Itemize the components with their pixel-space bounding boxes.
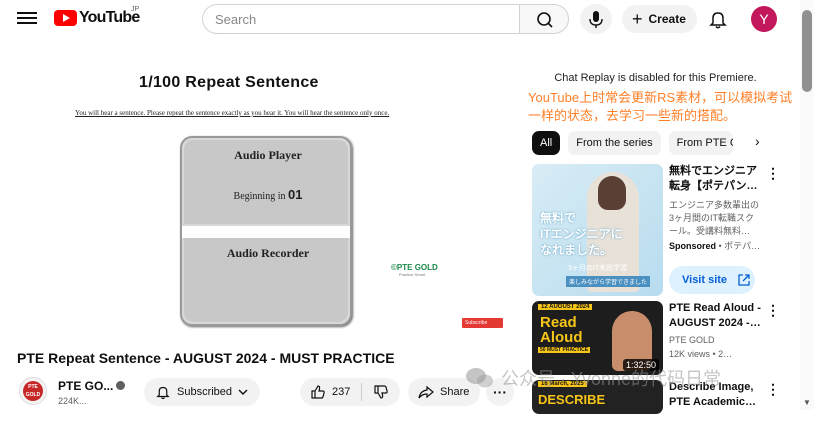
ad-thumb-text: 無料で ITエンジニアに なれました。: [540, 210, 623, 258]
microphone-icon: [589, 11, 603, 28]
subscribed-label: Subscribed: [177, 386, 233, 398]
create-button[interactable]: + Create: [622, 5, 697, 33]
search-icon: [537, 12, 553, 28]
chip-from-the-series[interactable]: From the series: [568, 131, 661, 155]
overlay-watermark: 公众号 · Yvonne的代码日常: [465, 365, 721, 391]
dislike-button[interactable]: [362, 384, 400, 400]
chevron-down-icon: [238, 389, 248, 395]
like-count: 237: [332, 386, 351, 398]
ad-thumb-line-2: ITエンジニアに: [540, 227, 623, 241]
slide-title: 1/100 Repeat Sentence: [139, 74, 319, 91]
chip-from-channel[interactable]: From PTE G: [668, 131, 733, 155]
watermark-text: 公众号 · Yvonne的代码日常: [501, 369, 722, 389]
ad-thumb-line-3: なれました。: [540, 243, 613, 257]
scrollbar-thumb[interactable]: [802, 10, 812, 92]
countdown: Beginning in 01: [182, 187, 354, 202]
overlay-annotation: YouTube上时常会更新RS素材，可以模拟考试一样的状态，去学习一些新的搭配。: [528, 90, 793, 123]
external-link-icon: [738, 274, 750, 286]
thumbs-down-icon: [374, 385, 388, 399]
sponsored-label: Sponsored: [669, 241, 717, 251]
chevron-right-icon[interactable]: ›: [755, 133, 760, 149]
thumb-must-practice: 50 MUST PRACTICE: [538, 347, 591, 353]
countdown-prefix: Beginning in: [233, 191, 286, 202]
chat-replay-note: Chat Replay is disabled for this Premier…: [554, 72, 757, 84]
ad-person-hair: [598, 176, 626, 210]
share-arrow-icon: [418, 385, 434, 399]
search-input[interactable]: Search: [202, 4, 520, 34]
subscribed-button[interactable]: Subscribed: [144, 378, 260, 406]
panel-divider: [182, 226, 350, 238]
filter-chips: All From the series From PTE G: [532, 131, 741, 155]
ad-thumbnail[interactable]: 無料で ITエンジニアに なれました。 3ヶ月のIT実践学習 楽しみながら学習で…: [532, 164, 663, 296]
search-button[interactable]: [519, 4, 569, 34]
thumb-title-line-2: Aloud: [540, 329, 583, 346]
video-title: PTE Repeat Sentence - AUGUST 2024 - MUST…: [17, 350, 395, 366]
thumbs-up-icon: [311, 385, 325, 399]
watermark-brand: PTE GOLD: [396, 263, 438, 272]
audio-recorder-label: Audio Recorder: [226, 246, 310, 260]
subscribe-watermark-button[interactable]: Subscribe: [462, 318, 503, 328]
ad-description: エンジニア多数輩出の3ヶ月間のIT転職スクール。受講料無料…: [669, 200, 760, 236]
ad-thumb-line-1: 無料で: [540, 211, 577, 225]
page-scrollbar[interactable]: ▼: [800, 0, 814, 410]
video-player[interactable]: 1/100 Repeat Sentence You will hear a se…: [15, 66, 517, 344]
ad-sponsor-line: Sponsored • ポテパ…: [669, 240, 761, 253]
account-avatar[interactable]: Y: [751, 6, 777, 32]
hamburger-menu-icon[interactable]: [17, 9, 37, 27]
like-dislike-group: 237: [300, 378, 400, 406]
advertiser-name: • ポテパ…: [716, 241, 761, 251]
more-vertical-icon[interactable]: ⋮: [766, 166, 780, 180]
voice-search-button[interactable]: [580, 4, 612, 34]
video-thumbnail-read-aloud[interactable]: 12 AUGUST 2024 Read Aloud 50 MUST PRACTI…: [532, 301, 663, 375]
subscriber-count: 224K...: [58, 396, 87, 406]
ad-thumb-sub-2: 楽しみながら学習できました: [566, 276, 651, 287]
watermark-tagline: Practice Smart: [399, 272, 426, 277]
create-label: Create: [648, 12, 686, 26]
youtube-play-icon: [54, 10, 77, 26]
verified-badge-icon: [116, 381, 125, 390]
countdown-value: 01: [287, 187, 303, 202]
wechat-icon: [466, 368, 493, 388]
rec-channel-name[interactable]: PTE GOLD: [669, 334, 761, 347]
masthead: YouTube JP Search + Create Y: [0, 0, 800, 38]
thumb-title: DESCRIBE: [538, 392, 606, 407]
scroll-down-arrow-icon[interactable]: ▼: [803, 398, 811, 407]
rec-views-meta: 12K views • 2…: [669, 349, 733, 359]
plus-icon: +: [632, 9, 643, 29]
notifications-button[interactable]: [706, 7, 730, 31]
ad-title[interactable]: 無料でエンジニア転身【ポテパン…: [669, 164, 761, 194]
like-button[interactable]: 237: [300, 383, 362, 401]
ad-thumb-sub-1: 3ヶ月のIT実践学習: [568, 265, 628, 272]
visit-site-label: Visit site: [682, 274, 728, 286]
more-vertical-icon[interactable]: ⋮: [766, 382, 780, 396]
thumb-date: 12 AUGUST 2024: [538, 304, 593, 310]
bell-icon: [156, 386, 170, 400]
channel-avatar-text: PTE GOLD: [23, 381, 43, 401]
more-vertical-icon[interactable]: ⋮: [766, 303, 780, 317]
exam-device-panel: Audio Player Beginning in 01 Audio Recor…: [180, 136, 352, 326]
thumb-title-line-1: Read: [540, 314, 577, 331]
visit-site-button[interactable]: Visit site: [669, 266, 755, 294]
rec-video-title[interactable]: PTE Read Aloud - AUGUST 2024 -…: [669, 301, 761, 331]
bell-icon: [709, 12, 727, 29]
thumb-title: Read Aloud: [540, 315, 583, 345]
pte-gold-watermark: ©PTE GOLD Practice Smart: [391, 263, 438, 277]
channel-name[interactable]: PTE GO...: [58, 379, 113, 393]
chip-all[interactable]: All: [532, 131, 561, 155]
logo-region: JP: [131, 6, 140, 13]
youtube-logo[interactable]: YouTube JP: [54, 6, 140, 27]
channel-avatar[interactable]: PTE GOLD: [19, 377, 47, 405]
slide-instructions: You will hear a sentence. Please repeat …: [75, 109, 390, 117]
audio-player-label: Audio Player: [234, 148, 302, 162]
